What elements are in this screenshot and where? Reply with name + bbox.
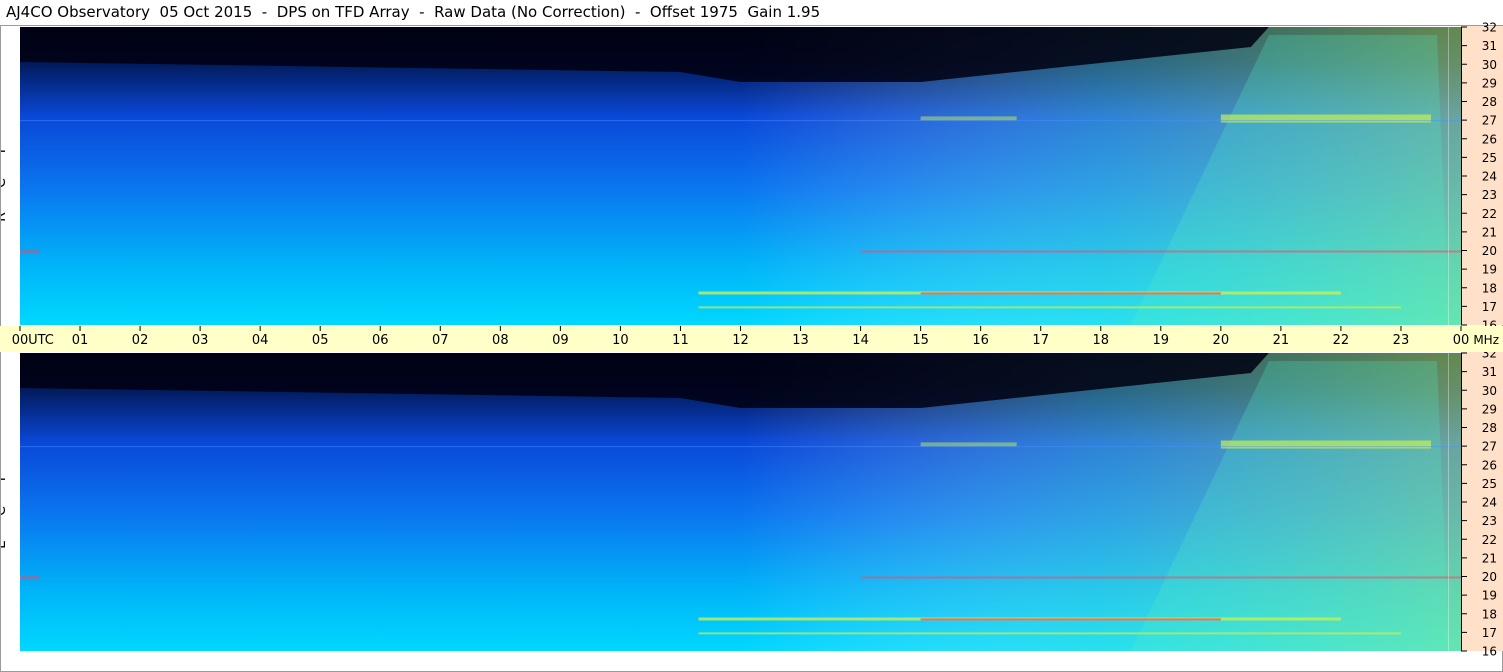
lcp-freq-tick-label: 19 — [1482, 589, 1497, 603]
lcp-band-27mhz-early — [920, 442, 1017, 447]
rcp-freq-tick-label: 31 — [1482, 39, 1497, 53]
time-tick-label: 00 — [12, 333, 29, 348]
lcp-freq-tick-label: 30 — [1482, 384, 1497, 398]
time-tick-label: 17 — [1032, 333, 1049, 348]
lcp-freq-tick-label: 25 — [1482, 477, 1497, 491]
rcp-freq-tick-label: 30 — [1482, 58, 1497, 72]
lcp-freq-tick-label: 21 — [1482, 551, 1497, 565]
time-axis-bar: 00 01 02 03 04 05 06 07 08 09 10 11 12 13 14 15 16 17 18 19… — [0, 326, 1503, 352]
lcp-freq-tick-label: 17 — [1482, 626, 1497, 640]
time-tick-label: 12 — [732, 333, 749, 348]
time-tick-label: 15 — [912, 333, 929, 348]
time-tick-label: 16 — [972, 333, 989, 348]
time-tick-label: 11 — [672, 333, 689, 348]
time-tick-label: 20 — [1213, 333, 1230, 348]
time-tick-label: 04 — [252, 333, 269, 348]
time-tick-label: 19 — [1153, 333, 1170, 348]
time-tick-label: 09 — [552, 333, 569, 348]
lcp-freq-tick-label: 16 — [1482, 645, 1497, 659]
lcp-right-marker — [1448, 353, 1449, 651]
lcp-band-17mhz — [698, 632, 1401, 635]
time-tick-label: 21 — [1273, 333, 1290, 348]
lcp-freq-tick-label: 27 — [1482, 440, 1497, 454]
lcp-band-27mhz — [1220, 440, 1431, 449]
lcp-rfi-20mhz-left — [20, 576, 40, 579]
rcp-band-27mhz-early — [920, 116, 1017, 121]
rcp-freq-tick-label: 29 — [1482, 76, 1497, 90]
time-tick-label: 22 — [1333, 333, 1350, 348]
time-tick-label: 23 — [1393, 333, 1410, 348]
time-tick-label: 03 — [192, 333, 209, 348]
rcp-freq-tick-label: 28 — [1482, 95, 1497, 109]
lcp-freq-tick-label: 22 — [1482, 533, 1497, 547]
rcp-panel: 3231302928272625242322212019181716 — [20, 21, 1503, 333]
rcp-freq-tick-label: 20 — [1482, 244, 1497, 258]
time-unit-label: UTC — [28, 333, 54, 348]
rcp-rfi-20mhz-left — [20, 250, 40, 253]
lcp-rfi-20mhz — [860, 576, 1461, 579]
lcp-freq-tick-label: 24 — [1482, 496, 1497, 510]
rcp-freq-tick-label: 23 — [1482, 188, 1497, 202]
lcp-panel: 3231302928272625242322212019181716 — [20, 347, 1503, 659]
time-tick-label: 14 — [852, 333, 869, 348]
lcp-freq-tick-label: 31 — [1482, 365, 1497, 379]
lcp-freq-tick-label: 18 — [1482, 607, 1497, 621]
rcp-freq-tick-label: 18 — [1482, 281, 1497, 295]
lcp-freq-tick-label: 26 — [1482, 458, 1497, 472]
lcp-freq-tick-label: 28 — [1482, 421, 1497, 435]
lcp-rfi-17-7mhz — [920, 618, 1221, 621]
time-tick-label: 13 — [792, 333, 809, 348]
rcp-freq-tick-label: 27 — [1482, 114, 1497, 128]
spectrogram-figure: AJ4CO Observatory 05 Oct 2015 - DPS on T… — [0, 0, 1503, 672]
time-tick-label: 06 — [372, 333, 389, 348]
time-tick-label: 18 — [1092, 333, 1109, 348]
lcp-freq-tick-label: 29 — [1482, 402, 1497, 416]
time-tick-label: 02 — [132, 333, 149, 348]
rcp-rfi-17-7mhz — [920, 292, 1221, 295]
lcp-line-27mhz — [20, 446, 1461, 448]
time-tick-label: 00 — [1453, 333, 1470, 348]
lcp-freq-tick-label: 23 — [1482, 514, 1497, 528]
rcp-right-marker — [1448, 27, 1449, 325]
rcp-rfi-20mhz — [860, 250, 1461, 253]
rcp-freq-tick-label: 21 — [1482, 225, 1497, 239]
rcp-freq-tick-label: 22 — [1482, 207, 1497, 221]
rcp-line-27mhz — [20, 120, 1461, 122]
time-tick-label: 05 — [312, 333, 329, 348]
rcp-band-27mhz — [1220, 114, 1431, 123]
time-tick-label: 01 — [72, 333, 89, 348]
rcp-freq-tick-label: 26 — [1482, 132, 1497, 146]
rcp-freq-tick-label: 17 — [1482, 300, 1497, 314]
rcp-freq-tick-label: 19 — [1482, 263, 1497, 277]
rcp-freq-tick-label: 25 — [1482, 151, 1497, 165]
rcp-freq-tick-label: 24 — [1482, 170, 1497, 184]
time-tick-label: 10 — [612, 333, 629, 348]
rcp-freq-tick-label: 32 — [1482, 21, 1497, 35]
time-tick-label: 07 — [432, 333, 449, 348]
rcp-band-17mhz — [698, 306, 1401, 309]
spectrogram-chart: 3231302928272625242322212019181716323130… — [0, 21, 1503, 672]
lcp-freq-tick-label: 20 — [1482, 570, 1497, 584]
time-tick-label: 08 — [492, 333, 509, 348]
frequency-unit-label: MHz — [1473, 333, 1499, 347]
